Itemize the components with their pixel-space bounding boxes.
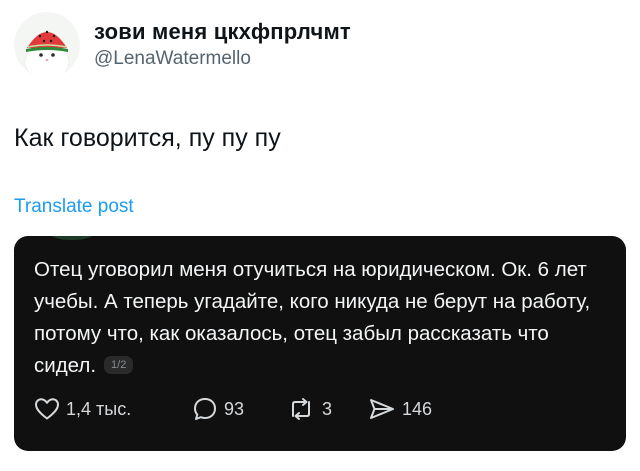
share-button[interactable]: 146: [368, 394, 432, 424]
reply-button[interactable]: 93: [192, 394, 244, 424]
like-count: 1,4 тыс.: [66, 399, 132, 419]
heart-icon: [35, 398, 59, 420]
translate-post-link[interactable]: Translate post: [14, 195, 134, 219]
post-text: Как говорится, пу пу пу: [14, 124, 281, 152]
card-edge-decoration: [52, 236, 92, 240]
reply-bubble-icon: [194, 398, 216, 420]
share-count: 146: [402, 399, 433, 419]
cat-avatar-icon: [14, 12, 80, 78]
embedded-post-text-block: Отец уговорил меня отучиться на юридичес…: [34, 254, 614, 382]
reply-count: 93: [224, 399, 245, 419]
post-header: зови меня цкхфпрлчмт @LenaWatermello: [14, 12, 614, 82]
send-paper-plane-icon: [370, 399, 394, 419]
author-names: зови меня цкхфпрлчмт @LenaWatermello: [94, 18, 351, 72]
avatar[interactable]: [14, 12, 80, 78]
embedded-post-card[interactable]: Отец уговорил меня отучиться на юридичес…: [14, 236, 626, 451]
repost-icon: [292, 398, 310, 420]
action-bar: 1,4 тыс. 93 3 146: [34, 394, 614, 424]
repost-button[interactable]: 3: [286, 394, 332, 424]
like-button[interactable]: 1,4 тыс.: [34, 394, 131, 424]
author-handle[interactable]: @LenaWatermello: [94, 46, 351, 72]
repost-count: 3: [322, 399, 333, 419]
page-indicator-badge: 1/2: [104, 355, 134, 374]
author-display-name[interactable]: зови меня цкхфпрлчмт: [94, 18, 351, 46]
